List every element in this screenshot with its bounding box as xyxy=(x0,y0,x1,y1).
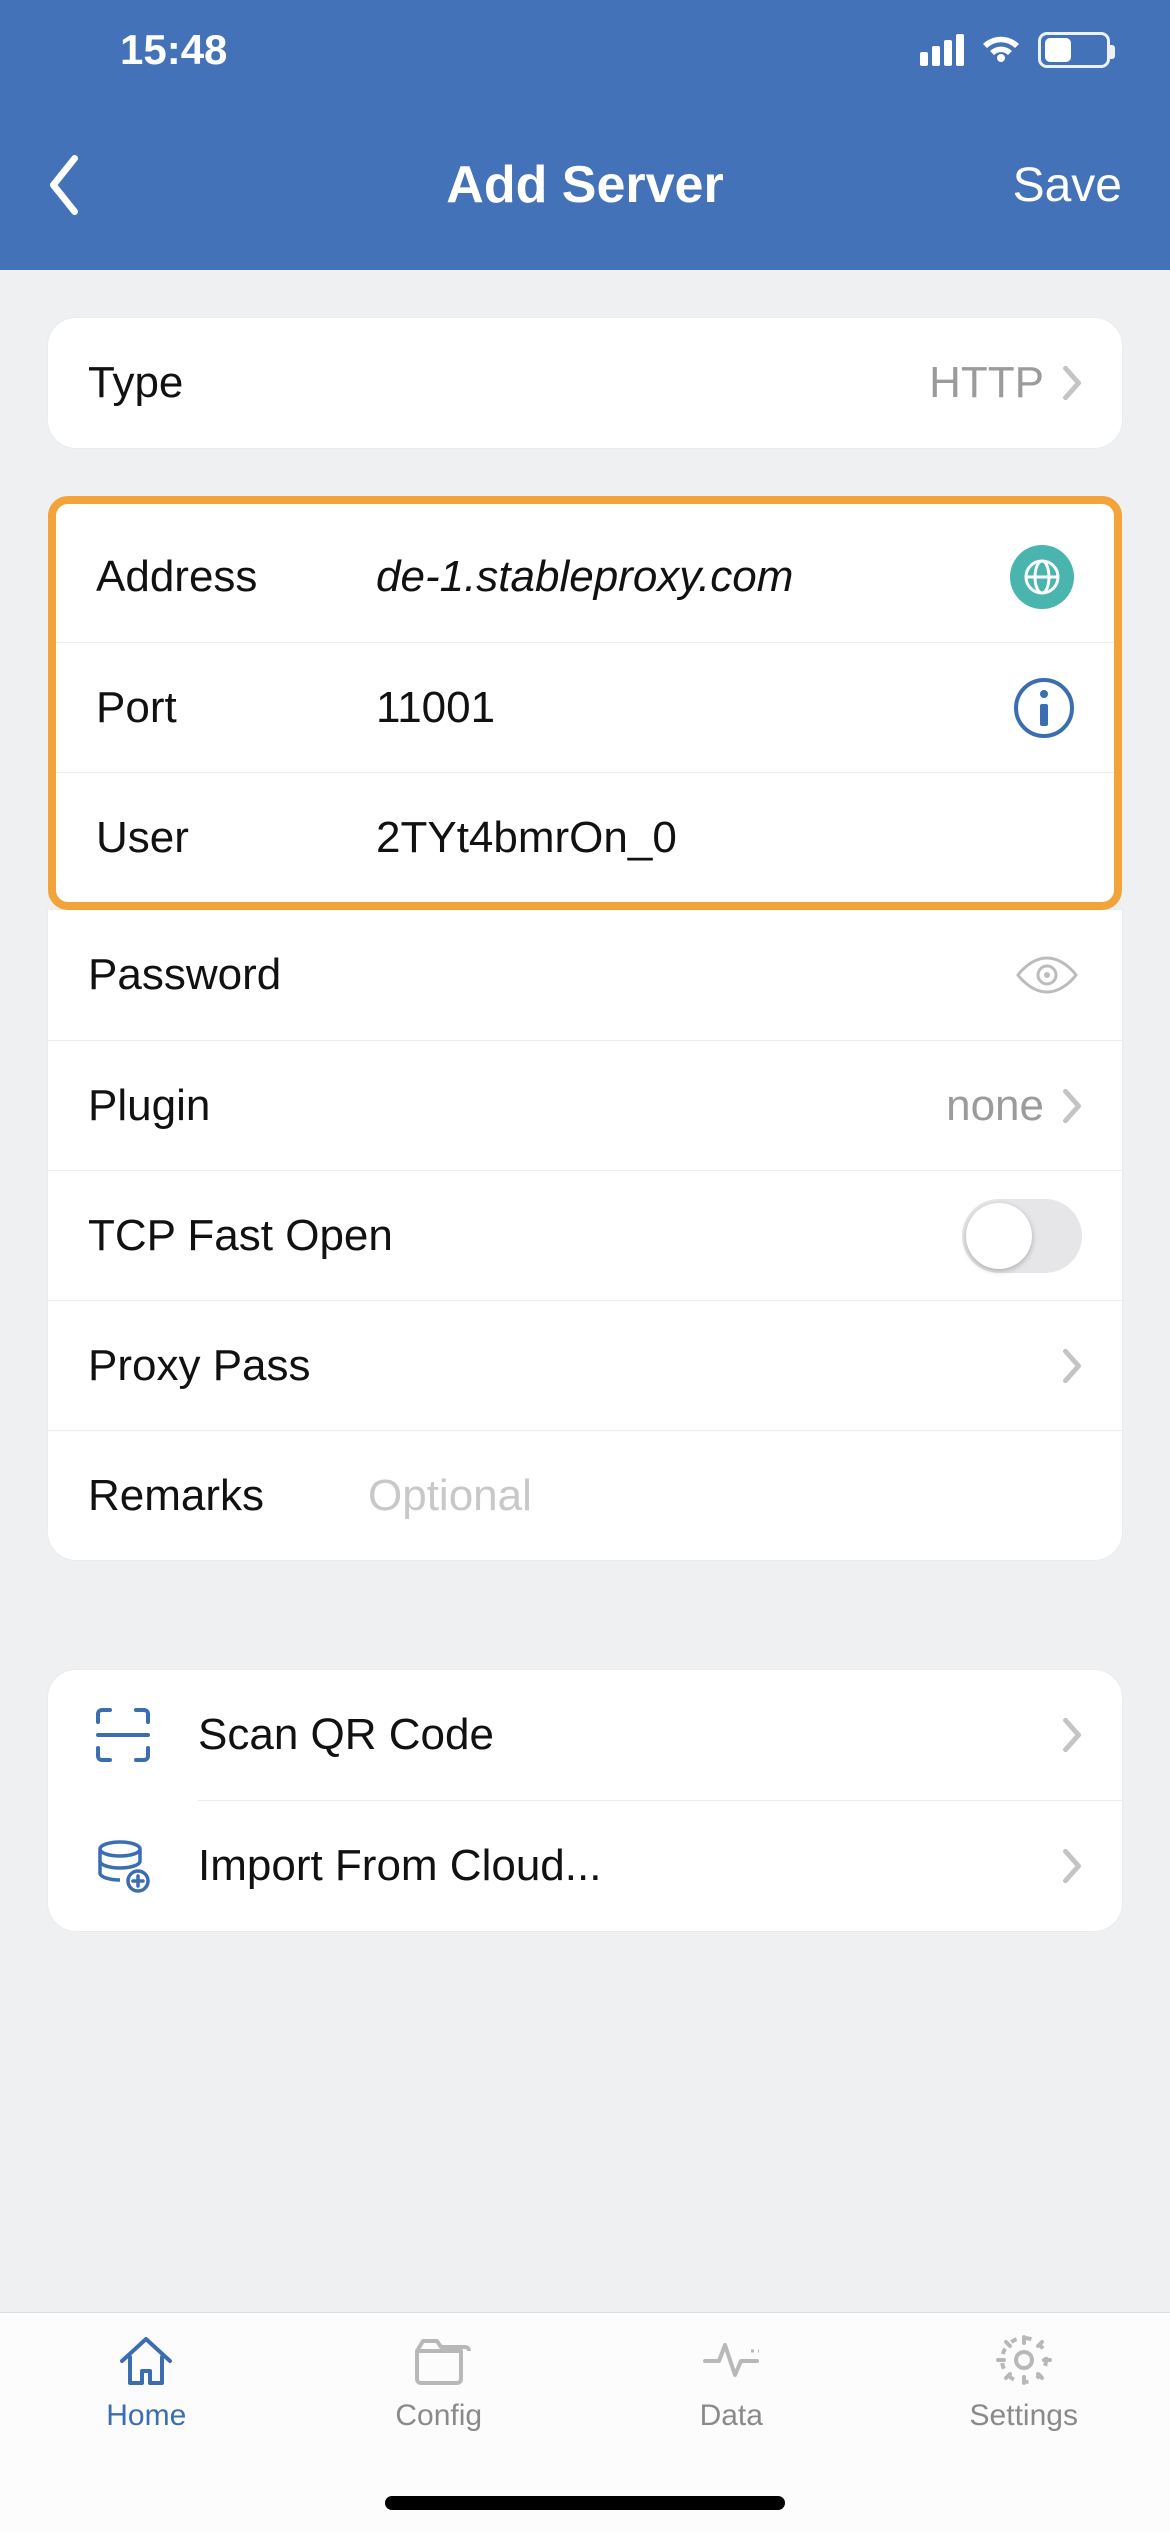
tab-data-label: Data xyxy=(700,2399,763,2433)
chevron-right-icon xyxy=(1062,1848,1082,1884)
password-row[interactable]: Password xyxy=(48,910,1122,1040)
tab-settings-label: Settings xyxy=(970,2399,1078,2433)
eye-icon[interactable] xyxy=(1012,952,1082,998)
address-row[interactable]: Address xyxy=(56,512,1114,642)
port-input[interactable] xyxy=(376,683,1014,733)
status-bar: 15:48 xyxy=(0,0,1170,100)
wifi-icon xyxy=(980,34,1022,66)
highlighted-fields: Address Port User xyxy=(48,496,1122,910)
user-label: User xyxy=(96,813,376,863)
chevron-right-icon xyxy=(1062,365,1082,401)
qr-scan-icon xyxy=(88,1706,158,1764)
password-label: Password xyxy=(88,950,368,1000)
home-indicator[interactable] xyxy=(385,2496,785,2510)
globe-icon[interactable] xyxy=(1010,545,1074,609)
status-icons xyxy=(920,32,1110,68)
password-input[interactable] xyxy=(368,950,1012,1000)
port-label: Port xyxy=(96,683,376,733)
tcp-toggle[interactable] xyxy=(962,1199,1082,1273)
database-add-icon xyxy=(88,1837,158,1895)
page-title: Add Server xyxy=(188,155,982,215)
type-card: Type HTTP xyxy=(48,318,1122,448)
status-time: 15:48 xyxy=(120,26,227,74)
user-input[interactable] xyxy=(376,813,1074,863)
tab-home[interactable]: Home xyxy=(0,2331,293,2532)
scan-qr-label: Scan QR Code xyxy=(198,1710,1022,1760)
back-button[interactable] xyxy=(48,155,188,215)
plugin-label: Plugin xyxy=(88,1081,368,1131)
plugin-value: none xyxy=(946,1081,1044,1131)
tab-config-label: Config xyxy=(395,2399,482,2433)
remarks-input[interactable] xyxy=(368,1471,1082,1521)
actions-card: Scan QR Code Import From Cloud... xyxy=(48,1670,1122,1931)
user-row[interactable]: User xyxy=(56,772,1114,902)
port-row[interactable]: Port xyxy=(56,642,1114,772)
import-cloud-label: Import From Cloud... xyxy=(198,1841,1022,1891)
tcp-row: TCP Fast Open xyxy=(48,1170,1122,1300)
type-value: HTTP xyxy=(929,358,1044,408)
type-label: Type xyxy=(88,358,368,408)
tab-settings[interactable]: Settings xyxy=(878,2331,1170,2532)
type-row[interactable]: Type HTTP xyxy=(48,318,1122,448)
import-cloud-row[interactable]: Import From Cloud... xyxy=(48,1801,1122,1931)
chevron-right-icon xyxy=(1062,1088,1082,1124)
address-label: Address xyxy=(96,552,376,602)
plugin-row[interactable]: Plugin none xyxy=(48,1040,1122,1170)
save-button[interactable]: Save xyxy=(982,158,1122,213)
type-value-wrap: HTTP xyxy=(929,358,1082,408)
tcp-label: TCP Fast Open xyxy=(88,1211,962,1261)
chevron-right-icon xyxy=(1062,1348,1082,1384)
address-input[interactable] xyxy=(376,552,1010,602)
tab-home-label: Home xyxy=(106,2399,186,2433)
scan-qr-row[interactable]: Scan QR Code xyxy=(48,1670,1122,1800)
cellular-icon xyxy=(920,34,964,66)
proxy-label: Proxy Pass xyxy=(88,1341,1062,1391)
remarks-row[interactable]: Remarks xyxy=(48,1430,1122,1560)
proxy-row[interactable]: Proxy Pass xyxy=(48,1300,1122,1430)
remarks-label: Remarks xyxy=(88,1471,368,1521)
nav-bar: Add Server Save xyxy=(0,100,1170,270)
chevron-right-icon xyxy=(1062,1717,1082,1753)
battery-icon xyxy=(1038,32,1110,68)
form-card-rest: Password Plugin none TCP Fast Open Proxy… xyxy=(48,910,1122,1560)
info-icon[interactable] xyxy=(1014,678,1074,738)
